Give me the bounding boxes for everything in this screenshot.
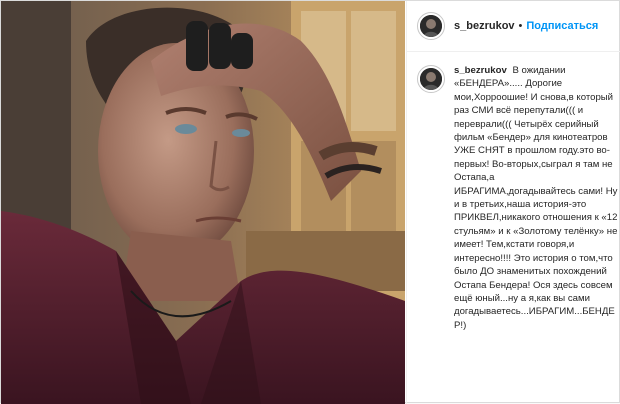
separator-dot: •: [518, 20, 523, 32]
follow-button[interactable]: Подписаться: [526, 20, 598, 32]
avatar-icon: [420, 15, 442, 37]
portrait-photo-image: [1, 1, 405, 404]
caption-author[interactable]: s_bezrukov: [454, 65, 507, 76]
post-photo[interactable]: [1, 1, 405, 404]
avatar-icon: [420, 68, 442, 90]
side-panel: s_bezrukov • Подписаться s_bezrukov В ож…: [406, 1, 620, 404]
instagram-post: s_bezrukov • Подписаться s_bezrukov В ож…: [0, 0, 620, 404]
caption-avatar[interactable]: [417, 65, 445, 93]
post-header: s_bezrukov • Подписаться: [407, 1, 620, 52]
caption-text-block: s_bezrukov В ожидании «БЕНДЕРА»..... Дор…: [454, 64, 618, 332]
caption-comment: s_bezrukov В ожидании «БЕНДЕРА»..... Дор…: [407, 52, 620, 332]
header-username[interactable]: s_bezrukov: [454, 20, 515, 32]
caption-body: В ожидании «БЕНДЕРА»..... Дорогие мои,Хо…: [454, 65, 618, 331]
profile-avatar[interactable]: [417, 12, 445, 40]
